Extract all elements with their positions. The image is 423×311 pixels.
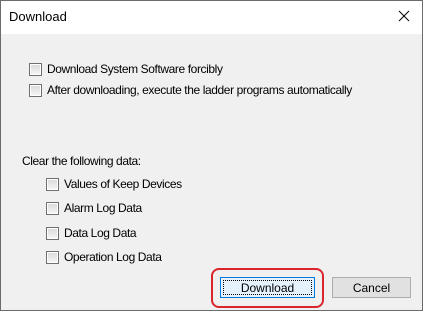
execute-after-option[interactable]: After downloading, execute the ladder pr… — [29, 82, 352, 98]
alarm-log-label: Alarm Log Data — [64, 201, 142, 215]
download-button-highlight — [211, 268, 324, 308]
operation-log-checkbox[interactable] — [46, 250, 59, 264]
force-download-label: Download System Software forcibly — [47, 62, 223, 76]
cancel-button-label: Cancel — [352, 280, 391, 295]
alarm-log-checkbox[interactable] — [46, 201, 59, 215]
clear-data-heading: Clear the following data: — [22, 154, 141, 168]
data-log-checkbox[interactable] — [46, 226, 59, 240]
dialog-body: Download System Software forcibly After … — [1, 34, 422, 310]
keep-devices-checkbox[interactable] — [46, 177, 59, 191]
clear-keep-devices-option[interactable]: Values of Keep Devices — [46, 176, 182, 192]
force-download-option[interactable]: Download System Software forcibly — [29, 61, 223, 77]
force-download-checkbox[interactable] — [29, 62, 42, 76]
dialog-title: Download — [9, 9, 67, 24]
clear-data-log-option[interactable]: Data Log Data — [46, 225, 137, 241]
keep-devices-label: Values of Keep Devices — [64, 177, 182, 191]
operation-log-label: Operation Log Data — [64, 250, 162, 264]
close-icon — [398, 10, 410, 25]
download-dialog: Download Download System Software forcib… — [0, 0, 423, 311]
title-bar: Download — [1, 1, 422, 34]
execute-after-checkbox[interactable] — [29, 83, 42, 97]
close-button[interactable] — [386, 1, 422, 34]
clear-alarm-log-option[interactable]: Alarm Log Data — [46, 200, 142, 216]
cancel-button[interactable]: Cancel — [332, 277, 411, 298]
data-log-label: Data Log Data — [64, 226, 137, 240]
execute-after-label: After downloading, execute the ladder pr… — [47, 83, 352, 97]
clear-operation-log-option[interactable]: Operation Log Data — [46, 249, 162, 265]
